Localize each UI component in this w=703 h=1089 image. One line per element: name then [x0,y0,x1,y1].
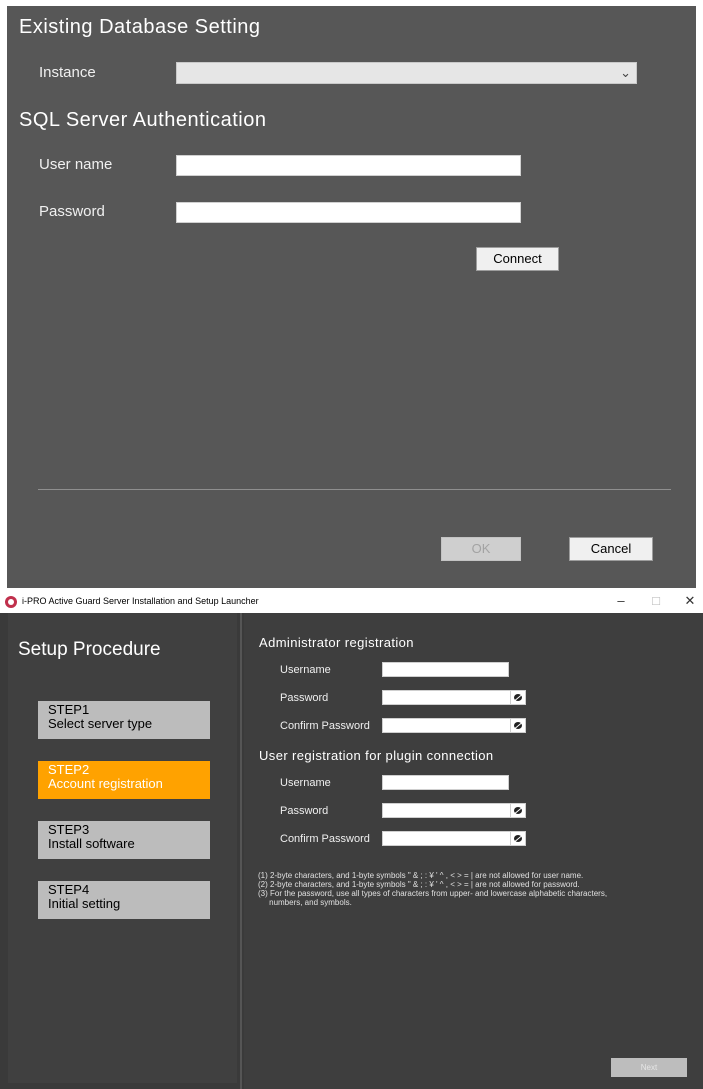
plugin-username-label: Username [280,777,331,789]
title-bar: i-PRO Active Guard Server Installation a… [0,591,703,613]
admin-registration-heading: Administrator registration [259,635,414,650]
admin-confirm-password-input[interactable] [382,718,512,733]
window-title: i-PRO Active Guard Server Installation a… [22,596,259,606]
pane-splitter [240,613,242,1089]
plugin-password-input[interactable] [382,803,512,818]
existing-database-dialog: Existing Database Setting Instance ⌄ SQL… [7,6,696,588]
next-button[interactable]: Next [611,1058,687,1077]
show-password-eye-icon[interactable] [510,690,526,705]
note-line: numbers, and symbols. [258,898,352,907]
setup-procedure-title: Setup Procedure [18,639,161,660]
plugin-username-input[interactable] [382,775,509,790]
app-logo-icon [5,596,17,608]
show-confirm-password-eye-icon[interactable] [510,718,526,733]
show-plugin-password-eye-icon[interactable] [510,803,526,818]
user-name-label: User name [39,156,113,173]
step-number: STEP1 [48,702,90,717]
plugin-password-label: Password [280,805,329,817]
password-label: Password [39,203,105,220]
show-plugin-confirm-password-eye-icon[interactable] [510,831,526,846]
plugin-confirm-password-input[interactable] [382,831,512,846]
step-install-software[interactable]: STEP3 Install software [38,821,210,859]
admin-username-input[interactable] [382,662,509,677]
note-line: (2) 2-byte characters, and 1-byte symbol… [258,880,580,889]
step-initial-setting[interactable]: STEP4 Initial setting [38,881,210,919]
plugin-confirm-password-label: Confirm Password [280,833,370,845]
step-number: STEP4 [48,882,90,897]
ok-button[interactable]: OK [441,537,521,561]
registration-notes: (1) 2-byte characters, and 1-byte symbol… [258,871,698,907]
admin-password-input[interactable] [382,690,512,705]
step-name: Initial setting [48,896,121,911]
step-number: STEP3 [48,822,90,837]
step-name: Select server type [48,716,153,731]
close-button[interactable]: ✕ [680,593,700,609]
account-registration-panel: Administrator registration Username Pass… [244,613,703,1089]
step-select-server-type[interactable]: STEP1 Select server type [38,701,210,739]
dialog-title: Existing Database Setting [19,16,261,38]
instance-dropdown[interactable]: ⌄ [176,62,637,84]
note-line: (3) For the password, use all types of c… [258,889,608,898]
cancel-button[interactable]: Cancel [569,537,653,561]
note-line: (1) 2-byte characters, and 1-byte symbol… [258,871,584,880]
step-number: STEP2 [48,762,90,777]
instance-label: Instance [39,64,96,81]
dialog-divider [38,489,671,490]
setup-launcher-window: i-PRO Active Guard Server Installation a… [0,591,703,1089]
connect-button[interactable]: Connect [476,247,559,271]
minimize-button[interactable]: – [611,593,631,608]
chevron-down-icon: ⌄ [620,65,631,80]
password-input[interactable] [176,202,521,223]
step-account-registration[interactable]: STEP2 Account registration [38,761,210,799]
maximize-button[interactable]: □ [646,593,666,608]
admin-password-label: Password [280,692,329,704]
step-name: Account registration [48,776,163,791]
sql-auth-heading: SQL Server Authentication [19,109,267,131]
plugin-registration-heading: User registration for plugin connection [259,748,494,763]
step-name: Install software [48,836,135,851]
admin-username-label: Username [280,664,331,676]
user-name-input[interactable] [176,155,521,176]
admin-confirm-password-label: Confirm Password [280,720,370,732]
